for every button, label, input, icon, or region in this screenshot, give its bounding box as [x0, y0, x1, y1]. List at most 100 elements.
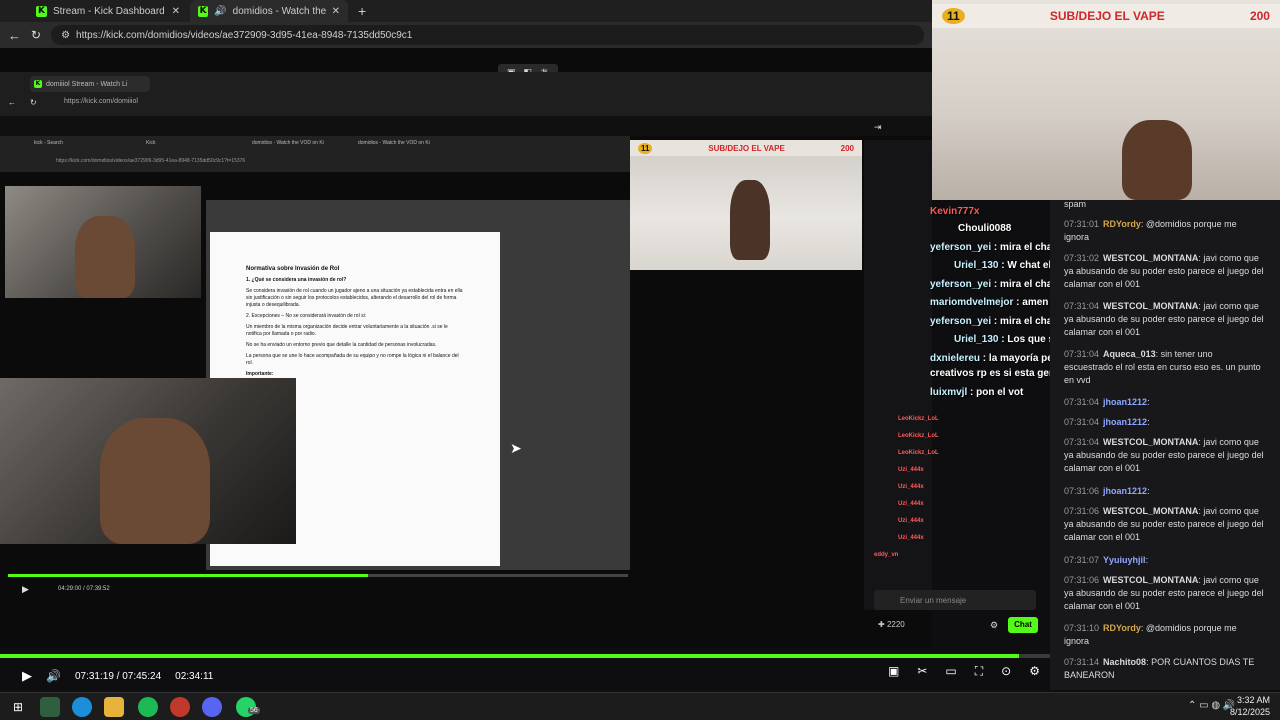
- inner-tab[interactable]: kick - Search: [34, 140, 63, 146]
- close-icon[interactable]: ✕: [172, 6, 180, 17]
- spotify-icon[interactable]: [138, 697, 158, 717]
- inner-browser: kick - Search Kick domidios - Watch the …: [0, 136, 630, 172]
- collapse-chat-icon[interactable]: ⇥: [874, 122, 882, 133]
- streamer-figure: [75, 216, 135, 298]
- theater-mode-icon[interactable]: ▭: [945, 664, 956, 679]
- inner-tab[interactable]: domidios - Watch the VOD on Ki: [252, 140, 324, 146]
- vod-progress-fill: [0, 654, 1019, 658]
- nested-url[interactable]: https://kick.com/domiiiol: [64, 98, 138, 105]
- chat-user[interactable]: RDYordy: [1103, 219, 1141, 229]
- streamer-webcam-main: [932, 0, 1280, 200]
- chat-user[interactable]: jhoan1212: [1103, 486, 1147, 496]
- overlay-chat-user: dxnielereu: [930, 353, 981, 364]
- play-icon[interactable]: ▶: [22, 668, 32, 684]
- tab-kick-dashboard[interactable]: K Stream - Kick Dashboard ✕: [28, 0, 188, 22]
- chat-user[interactable]: WESTCOL_MONTANA: [1103, 575, 1198, 585]
- back-icon[interactable]: ←: [8, 98, 16, 107]
- streamer-webcam-large: [0, 378, 296, 544]
- file-explorer-icon[interactable]: [104, 697, 124, 717]
- overlay-chat-user: yeferson_yei: [930, 279, 992, 290]
- cursor-icon: ➤: [510, 440, 522, 456]
- chat-time: 07:31:02: [1064, 253, 1100, 263]
- sub-count: 11: [942, 8, 965, 24]
- inner-chat-user: Uzi_444x: [898, 467, 924, 473]
- system-tray-icons[interactable]: ⌃ ▭ ◍ 🔊: [1188, 700, 1235, 711]
- overlay-chat-user: luixmvjl: [930, 387, 968, 398]
- chat-user[interactable]: WESTCOL_MONTANA: [1103, 253, 1198, 263]
- url-text: https://kick.com/domidios/videos/ae37290…: [76, 29, 413, 41]
- inner-chat-user: LeoKickz_LoL: [898, 416, 939, 422]
- back-icon[interactable]: ←: [8, 28, 21, 43]
- kick-logo-icon: K: [34, 80, 42, 88]
- gear-icon[interactable]: ⚙: [1029, 664, 1040, 679]
- inner-tab[interactable]: Kick: [146, 140, 155, 146]
- player-controls-right: ▣ ✂ ▭ ⛶ ⊙ ⚙: [888, 664, 1040, 679]
- tab-bar: K Stream - Kick Dashboard ✕ K 🔊 domidios…: [0, 0, 932, 22]
- doc-paragraph: Un miembro de la misma organización deci…: [246, 324, 448, 337]
- fullscreen-icon[interactable]: ⛶: [975, 664, 983, 679]
- overlay-chat-user: Uriel_130: [954, 334, 999, 345]
- obs-icon[interactable]: [170, 697, 190, 717]
- chat-user[interactable]: WESTCOL_MONTANA: [1103, 506, 1198, 516]
- speed-icon[interactable]: ⊙: [1001, 664, 1011, 679]
- streamer-figure: [1122, 120, 1192, 200]
- edge-browser-icon[interactable]: [72, 697, 92, 717]
- overlay-chat-text: creativos rp es si esta gente: [930, 368, 1064, 379]
- chat-user[interactable]: jhoan1212: [1103, 397, 1147, 407]
- channel-points: ✚ 2220: [878, 620, 905, 629]
- inner-chat-input[interactable]: Enviar un mensaje: [874, 590, 1036, 610]
- chat-user[interactable]: Aqueca_013: [1103, 349, 1156, 359]
- notification-badge: 56: [248, 707, 260, 714]
- chat-input-placeholder: Enviar un mensaje: [900, 595, 967, 605]
- doc-paragraph: No se ha enviado un entorno previo que d…: [246, 342, 437, 348]
- nested-tab[interactable]: K domiiiol Stream - Watch Li: [30, 76, 150, 92]
- chat-message: 07:31:04 jhoan1212:: [1064, 417, 1150, 427]
- windows-start-icon[interactable]: ⊞: [8, 697, 28, 717]
- discord-icon[interactable]: [202, 697, 222, 717]
- gear-icon[interactable]: ⚙: [990, 620, 998, 631]
- reload-icon[interactable]: ↻: [31, 28, 41, 42]
- clip-icon[interactable]: ✂: [917, 664, 927, 679]
- chat-user[interactable]: RDYordy: [1103, 623, 1141, 633]
- play-icon[interactable]: ▶: [22, 584, 29, 595]
- inner-url[interactable]: https://kick.com/domidios/videos/ae37290…: [56, 158, 245, 164]
- chat-user[interactable]: WESTCOL_MONTANA: [1103, 301, 1198, 311]
- site-info-icon[interactable]: ⚙: [61, 30, 70, 41]
- chat-user[interactable]: WESTCOL_MONTANA: [1103, 437, 1198, 447]
- chat-time: 07:31:04: [1064, 417, 1100, 427]
- inner-chat-user: Uzi_444x: [898, 518, 924, 524]
- kick-logo-icon: K: [36, 5, 47, 17]
- chat-send-button[interactable]: Chat: [1008, 617, 1038, 633]
- new-tab-button[interactable]: +: [350, 0, 374, 22]
- chat-message: 07:31:06 WESTCOL_MONTANA: javi como que y…: [1064, 506, 1264, 542]
- chat-time: 07:31:07: [1064, 555, 1100, 565]
- close-icon[interactable]: ✕: [332, 6, 340, 17]
- inner-time: 04:29:00 / 07:39:52: [58, 586, 110, 592]
- inner-tab[interactable]: domidios - Watch the VOD on Ki: [358, 140, 430, 146]
- clock-time: 3:32 AM: [1236, 695, 1270, 705]
- chat-user[interactable]: jhoan1212: [1103, 417, 1147, 427]
- inner-stream-video: [630, 140, 862, 270]
- chat-message: spam: [1064, 198, 1264, 211]
- chat-message: 07:31:04 WESTCOL_MONTANA: javi como que y…: [1064, 437, 1264, 473]
- doc-paragraph: 2. Excepciones – No se considerará invas…: [246, 313, 367, 319]
- chat-time: 07:31:06: [1064, 575, 1100, 585]
- volume-icon[interactable]: 🔊: [46, 669, 61, 683]
- tab-title: domidios - Watch the VOD o: [232, 5, 326, 17]
- url-field[interactable]: ⚙ https://kick.com/domidios/videos/ae372…: [51, 25, 924, 45]
- miniplayer-icon[interactable]: ▣: [888, 664, 899, 679]
- chat-user[interactable]: Nachito08: [1103, 657, 1146, 667]
- chat-text: spam: [1064, 199, 1087, 209]
- reload-icon[interactable]: ↻: [30, 98, 37, 107]
- inner-chat-user: eddy_vn: [874, 552, 899, 558]
- overlay-chat-user: Kevin777x: [930, 206, 980, 217]
- taskbar-clock[interactable]: 3:32 AM 8/12/2025: [1230, 694, 1270, 718]
- chat-message: 07:31:02 WESTCOL_MONTANA: javi como que y…: [1064, 253, 1264, 289]
- app-icon-terminal[interactable]: [40, 697, 60, 717]
- sub-goal-target: 200: [840, 143, 854, 153]
- chat-message: 07:31:10 RDYordy: @domidios porque me ign…: [1064, 623, 1237, 646]
- inner-chat-user: LeoKickz_LoL: [898, 450, 939, 456]
- chat-message: 07:31:14 Nachito08: POR CUANTOS DIAS TE B…: [1064, 657, 1255, 680]
- chat-user[interactable]: Yyuiuyhjil: [1103, 555, 1146, 565]
- tab-domidios-vod[interactable]: K 🔊 domidios - Watch the VOD o ✕: [190, 0, 348, 22]
